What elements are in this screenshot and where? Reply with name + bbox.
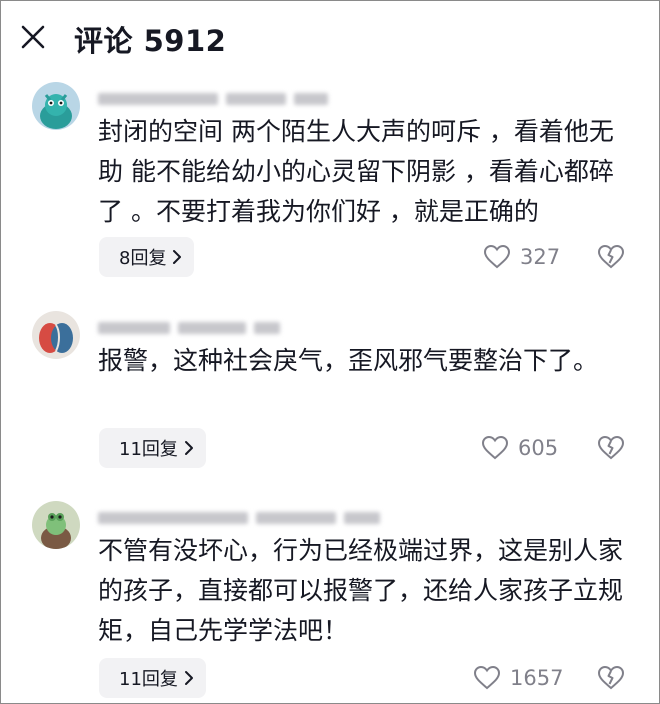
heart-icon <box>481 435 509 460</box>
comments-title: 评论 5912 <box>74 24 227 58</box>
heart-icon <box>483 244 511 269</box>
view-replies-button[interactable]: 11回复 <box>99 658 206 698</box>
view-replies-button[interactable]: 11回复 <box>99 428 206 468</box>
chevron-right-icon <box>173 250 182 264</box>
comment-text: 不管有没坏心，行为已经极端过界，这是别人家的孩子，直接都可以报警了，还给人家孩子… <box>98 536 624 645</box>
like-button[interactable]: 1657 <box>472 658 563 698</box>
blurred-username <box>98 317 398 334</box>
like-count: 1657 <box>510 666 564 690</box>
broken-heart-icon[interactable] <box>596 242 626 272</box>
comment-text: 封闭的空间 两个陌生人大声的呵斥 ，看着他无助 能不能给幼小的心灵留下阴影 ，看… <box>98 117 614 226</box>
close-icon[interactable] <box>18 22 48 52</box>
user-avatar[interactable] <box>32 501 80 549</box>
blurred-username <box>98 507 398 524</box>
heart-icon <box>473 665 501 690</box>
comment-text: 报警，这种社会戾气，歪风邪气要整治下了。 <box>98 346 599 375</box>
like-button[interactable]: 327 <box>482 237 560 277</box>
user-avatar[interactable] <box>32 82 80 130</box>
replies-label: 11回复 <box>119 439 178 460</box>
like-button[interactable]: 605 <box>480 428 558 468</box>
like-count: 605 <box>518 436 559 460</box>
chevron-right-icon <box>184 671 193 685</box>
chevron-right-icon <box>184 441 193 455</box>
user-avatar[interactable] <box>32 311 80 359</box>
comments-header: 评论 5912 <box>0 0 660 78</box>
view-replies-button[interactable]: 8回复 <box>99 237 195 277</box>
broken-heart-icon[interactable] <box>596 663 626 693</box>
broken-heart-icon[interactable] <box>596 433 626 463</box>
like-count: 327 <box>520 245 561 269</box>
blurred-username <box>98 88 398 105</box>
replies-label: 11回复 <box>119 669 178 690</box>
replies-label: 8回复 <box>119 248 167 269</box>
